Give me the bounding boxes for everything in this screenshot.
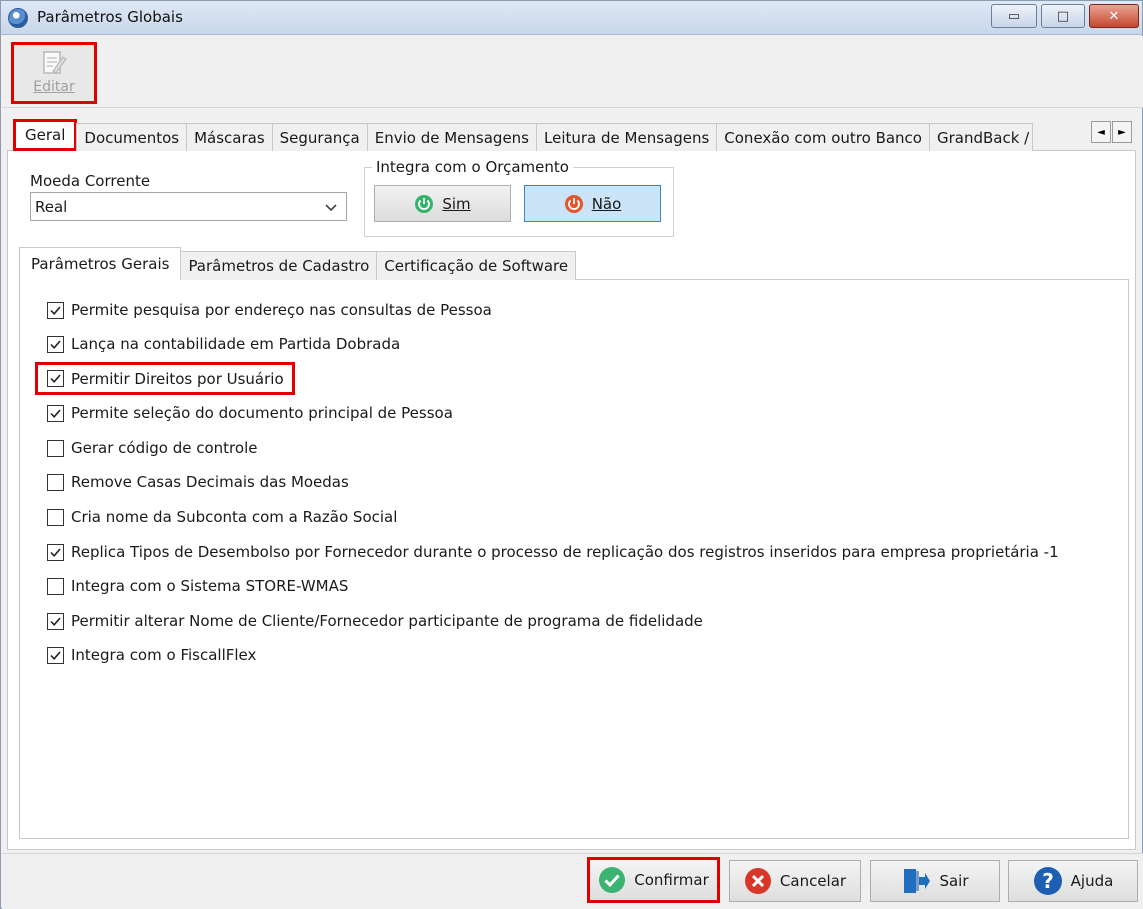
svg-text:?: ? [1042, 869, 1054, 893]
checkbox-label: Integra com o Sistema STORE-WMAS [71, 577, 349, 595]
checkbox-row[interactable]: Permitir Direitos por Usuário [35, 362, 295, 395]
checkbox-row[interactable]: Permitir alterar Nome de Cliente/Fornece… [47, 609, 703, 633]
checkbox-row[interactable]: Integra com o Sistema STORE-WMAS [47, 574, 348, 598]
exit-door-icon [904, 869, 931, 893]
checkbox-row[interactable]: Gerar código de controle [47, 436, 257, 460]
cancel-label: Cancelar [779, 872, 847, 890]
power-red-icon [564, 194, 583, 213]
sim-button[interactable]: Sim [374, 185, 511, 222]
title-bar: Parâmetros Globais ▭ □ ✕ [1, 1, 1142, 35]
nao-button[interactable]: Não [524, 185, 661, 222]
close-button[interactable]: ✕ [1089, 4, 1139, 28]
tab-grandback[interactable]: GrandBack / I [928, 123, 1033, 151]
checkbox-label: Gerar código de controle [71, 439, 258, 457]
window: Parâmetros Globais ▭ □ ✕ Editar Geral Do… [0, 0, 1143, 909]
arrow-right-icon: ► [1118, 126, 1126, 138]
checkbox[interactable] [47, 439, 64, 457]
toolbar: Editar [2, 36, 1143, 108]
checkbox-row[interactable]: Integra com o FiscallFlex [47, 643, 256, 667]
checkbox-label: Integra com o FiscallFlex [71, 646, 257, 664]
checkbox[interactable] [47, 577, 64, 595]
minimize-button[interactable]: ▭ [991, 4, 1037, 28]
tab-envio-mensagens[interactable]: Envio de Mensagens [366, 123, 537, 151]
integra-orcamento-legend: Integra com o Orçamento [372, 158, 573, 176]
tab-leitura-mensagens[interactable]: Leitura de Mensagens [536, 123, 718, 151]
subtab-parametros-gerais[interactable]: Parâmetros Gerais [19, 247, 182, 280]
checkbox-label: Permitir alterar Nome de Cliente/Fornece… [71, 612, 703, 630]
tab-seguranca[interactable]: Segurança [271, 123, 368, 151]
moeda-corrente-select[interactable]: Real [30, 192, 347, 221]
check-icon [50, 374, 61, 383]
checkbox-label: Cria nome da Subconta com a Razão Social [71, 508, 398, 526]
edit-document-icon [43, 51, 67, 74]
checkbox[interactable] [47, 508, 64, 526]
checkbox-label: Permite pesquisa por endereço nas consul… [71, 301, 492, 319]
app-globe-icon [8, 8, 28, 28]
close-icon: ✕ [1108, 8, 1120, 24]
exit-button[interactable]: Sair [870, 860, 1000, 902]
moeda-corrente-value: Real [35, 197, 68, 216]
checkbox[interactable] [47, 646, 64, 664]
edit-button-label: Editar [33, 79, 75, 95]
help-question-icon: ? [1033, 867, 1062, 895]
check-icon [50, 650, 61, 660]
check-circle-icon [599, 867, 626, 893]
sub-tabs: Parâmetros Gerais Parâmetros de Cadastro… [19, 247, 577, 280]
checkbox-label: Remove Casas Decimais das Moedas [71, 473, 349, 491]
help-label: Ajuda [1070, 872, 1114, 890]
main-tabs: Geral Documentos Máscaras Segurança Envi… [13, 119, 1135, 151]
maximize-button[interactable]: □ [1041, 4, 1085, 28]
arrow-left-icon: ◄ [1097, 126, 1105, 138]
checkbox[interactable] [47, 612, 64, 630]
checkbox-label: Lança na contabilidade em Partida Dobrad… [71, 335, 401, 353]
checkbox-row[interactable]: Lança na contabilidade em Partida Dobrad… [47, 332, 400, 356]
subtab-parametros-cadastro[interactable]: Parâmetros de Cadastro [180, 251, 378, 280]
tab-conexao-outro-banco[interactable]: Conexão com outro Banco [716, 123, 930, 151]
exit-label: Sair [939, 872, 969, 890]
edit-button[interactable]: Editar [11, 42, 97, 104]
checkbox[interactable] [47, 335, 64, 353]
cancel-button[interactable]: Cancelar [729, 860, 861, 902]
checkbox[interactable] [47, 301, 64, 319]
checkbox-row[interactable]: Replica Tipos de Desembolso por Forneced… [47, 540, 1059, 564]
checkbox-label: Permite seleção do documento principal d… [71, 404, 453, 422]
maximize-icon: □ [1056, 8, 1070, 24]
check-icon [50, 547, 61, 557]
window-title: Parâmetros Globais [37, 8, 183, 26]
tab-geral[interactable]: Geral [13, 119, 78, 151]
tab-scroll-left-button[interactable]: ◄ [1091, 121, 1111, 143]
tab-mascaras[interactable]: Máscaras [186, 123, 273, 151]
confirm-button[interactable]: Confirmar [587, 857, 720, 903]
checkbox[interactable] [47, 543, 64, 561]
power-green-icon [415, 194, 434, 213]
help-button[interactable]: ? Ajuda [1008, 860, 1138, 902]
cancel-x-icon [744, 868, 771, 894]
moeda-corrente-label: Moeda Corrente [30, 172, 151, 190]
checkbox-label: Permitir Direitos por Usuário [71, 369, 284, 388]
minimize-icon: ▭ [1007, 8, 1021, 24]
checkbox-row[interactable]: Permite seleção do documento principal d… [47, 401, 453, 425]
confirm-label: Confirmar [634, 871, 709, 889]
checkbox[interactable] [47, 473, 64, 491]
tab-documentos[interactable]: Documentos [76, 123, 188, 151]
checkbox[interactable] [47, 370, 64, 387]
checkbox-label: Replica Tipos de Desembolso por Forneced… [71, 543, 1059, 561]
sim-label: Sim [442, 194, 471, 213]
check-icon [50, 305, 61, 315]
checkbox-row[interactable]: Permite pesquisa por endereço nas consul… [47, 298, 492, 322]
check-icon [50, 408, 61, 418]
check-icon [50, 616, 61, 626]
checkbox[interactable] [47, 404, 64, 422]
check-icon [50, 339, 61, 349]
tab-scroll-right-button[interactable]: ► [1112, 121, 1132, 143]
chevron-down-icon [325, 204, 337, 212]
subtab-certificacao-software[interactable]: Certificação de Software [376, 251, 577, 280]
nao-label: Não [591, 194, 622, 213]
checkbox-row[interactable]: Remove Casas Decimais das Moedas [47, 470, 349, 494]
checkbox-row[interactable]: Cria nome da Subconta com a Razão Social [47, 505, 397, 529]
